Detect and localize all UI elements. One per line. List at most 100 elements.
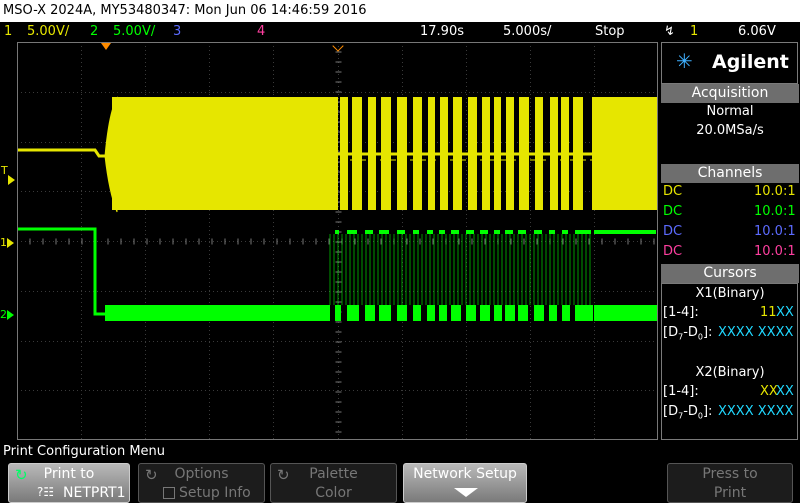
ch2-active-segment — [347, 305, 359, 321]
ch1-probe: 10.0:1 — [754, 184, 796, 199]
trigger-source[interactable]: 1 — [690, 22, 698, 42]
x1-digital-value: XXXX XXXX — [718, 325, 794, 340]
cursors-header[interactable]: Cursors — [661, 264, 799, 283]
brand-name: Agilent — [712, 51, 789, 73]
ch2-active-band — [105, 305, 330, 321]
ch2-waveform — [17, 227, 658, 321]
options-label: Options — [174, 466, 229, 482]
ch2-active-segment — [397, 305, 407, 321]
print-to-softkey[interactable]: ↻ Print to ?☷ NETPRT1 — [8, 463, 130, 503]
ch2-high-pulse — [451, 230, 459, 234]
ch2-number[interactable]: 2 — [90, 22, 98, 42]
palette-value: Color — [315, 485, 352, 501]
ch1-burst-continuous — [112, 97, 332, 210]
ch1-scale[interactable]: 5.00V/ — [27, 22, 69, 42]
ch2-high-pulse — [594, 230, 656, 234]
ch2-active-segment — [365, 305, 375, 321]
trigger-edge-icon: ↯ — [664, 24, 675, 39]
print-to-label: Print to — [43, 466, 95, 482]
trigger-letter: T — [1, 164, 8, 177]
ch2-active-segment — [466, 305, 476, 321]
ch2-active-segment — [594, 305, 658, 321]
x2-range-value-b: XX — [776, 384, 794, 399]
palette-softkey[interactable]: ↻ Palette Color — [270, 463, 397, 503]
trigger-level-marker[interactable]: T — [1, 164, 15, 185]
ch2-ground-marker[interactable]: 2 — [0, 308, 14, 321]
ch2-active-segment — [480, 305, 490, 321]
ch2-active-segment — [518, 305, 528, 321]
setup-info-label: Setup Info — [179, 485, 251, 501]
ch2-active-segment — [534, 305, 544, 321]
ch2-scale[interactable]: 5.00V/ — [113, 22, 155, 42]
submenu-arrow-icon — [454, 488, 478, 497]
ch4-number[interactable]: 4 — [257, 22, 265, 42]
ch1-marker-label: 1 — [0, 236, 7, 249]
window-title: MSO-X 2024A, MY53480347: Mon Jun 06 14:4… — [0, 0, 800, 22]
x2-digital-value: XXXX XXXX — [718, 404, 794, 419]
network-setup-label: Network Setup — [413, 466, 517, 482]
acquisition-mode: Normal — [706, 104, 754, 119]
x1-digital-label: [D7-D0]: — [663, 325, 713, 342]
network-setup-softkey[interactable]: Network Setup — [403, 463, 527, 503]
acquisition-header[interactable]: Acquisition — [661, 84, 799, 103]
setup-info-checkbox[interactable] — [163, 487, 175, 499]
channels-header[interactable]: Channels — [661, 164, 799, 183]
ch2-active-segment — [427, 305, 435, 321]
menu-title: Print Configuration Menu — [0, 443, 800, 461]
x1-title: X1(Binary) — [695, 286, 765, 301]
ch1-burst-segment — [592, 97, 658, 210]
ch2-probe: 10.0:1 — [754, 204, 796, 219]
print-to-value: NETPRT1 — [63, 485, 126, 501]
ch2-marker-label: 2 — [0, 308, 7, 321]
ch2-coupling: DC — [663, 204, 683, 219]
ch2-high-pulse — [518, 230, 526, 234]
ch2-high-pulse — [397, 230, 405, 234]
options-softkey[interactable]: ↻ Options Setup Info — [138, 463, 265, 503]
ch1-ground-marker[interactable]: 1 — [0, 236, 14, 249]
run-state[interactable]: Stop — [595, 22, 625, 42]
ch2-active-segment — [451, 305, 461, 321]
ch2-active-segment — [575, 305, 593, 321]
ch2-active-segment — [562, 305, 570, 321]
palette-label: Palette — [309, 466, 358, 482]
ch2-high-pulse — [439, 230, 445, 234]
network-icon: ?☷ — [37, 485, 55, 499]
ch2-high-pulse — [413, 230, 419, 234]
x2-digital-label: [D7-D0]: — [663, 404, 713, 421]
x1-range-value-a: 11 — [760, 305, 777, 320]
ch1-ground-arrow-icon — [7, 238, 14, 248]
ch2-high-pulse — [549, 230, 555, 234]
sample-rate: 20.0MSa/s — [696, 123, 764, 138]
x2-title: X2(Binary) — [695, 365, 765, 380]
ch3-probe: 10.0:1 — [754, 224, 796, 239]
ch3-coupling: DC — [663, 224, 683, 239]
trigger-level[interactable]: 6.06V — [738, 22, 776, 42]
horizontal-delay[interactable]: 17.90s — [420, 22, 464, 42]
info-panel: ✳ Agilent Acquisition Normal 20.0MSa/s C… — [660, 42, 800, 440]
ch3-number[interactable]: 3 — [173, 22, 181, 42]
ch2-high-pulse — [534, 230, 542, 234]
trigger-arrow-icon — [8, 175, 15, 185]
ch1-coupling: DC — [663, 184, 683, 199]
waveform-display[interactable] — [16, 41, 658, 440]
channel-status-row: 1 5.00V/ 2 5.00V/ 3 4 17.90s 5.000s/ Sto… — [0, 22, 800, 42]
trigger-position-icon[interactable] — [101, 43, 111, 50]
ch2-high-pulse — [575, 230, 591, 234]
ch4-probe: 10.0:1 — [754, 244, 796, 259]
ch2-high-pulse — [427, 230, 433, 234]
ch4-coupling: DC — [663, 244, 683, 259]
timebase[interactable]: 5.000s/ — [503, 22, 551, 42]
ch2-high-pulse — [365, 230, 373, 234]
ch2-high-pulse — [505, 230, 513, 234]
ch2-high-pulse — [335, 230, 339, 234]
ch2-ground-arrow-icon — [7, 310, 14, 320]
ch2-high-pulse — [379, 230, 389, 234]
press-to-print-line1: Press to — [702, 466, 758, 482]
ch1-idle-level — [17, 148, 107, 158]
press-to-print-softkey[interactable]: Press to Print — [667, 463, 793, 503]
ch1-waveform — [17, 96, 658, 213]
brand-box: ✳ Agilent — [661, 42, 798, 84]
ch1-number[interactable]: 1 — [4, 22, 12, 42]
ch2-active-segment — [494, 305, 502, 321]
graticule-svg — [16, 41, 658, 440]
